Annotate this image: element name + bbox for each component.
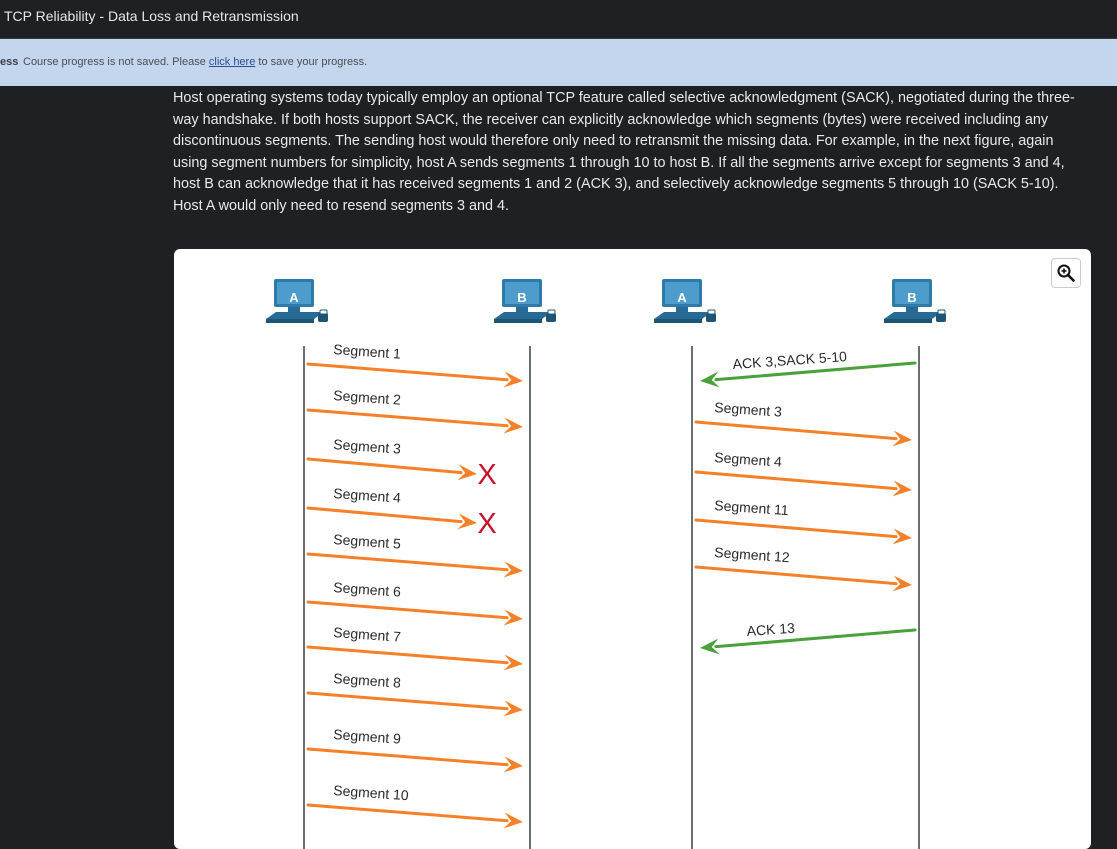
right-segment-label: Segment 11 [714, 497, 790, 518]
left-segment-label: Segment 8 [333, 670, 402, 691]
left-segment-label: Segment 5 [333, 531, 402, 552]
left-segment-arrow [306, 747, 523, 773]
host-label: A [677, 290, 687, 305]
host-label: B [517, 290, 526, 305]
left-segment-arrow [306, 552, 523, 578]
left-host-b: B [493, 278, 557, 324]
zoom-in-button[interactable] [1051, 258, 1081, 288]
right-ack-label: ACK 3,SACK 5-10 [732, 348, 847, 372]
left-segment-label: Segment 9 [333, 726, 402, 747]
left-segment-arrow [306, 645, 523, 671]
left-segment-arrow [306, 803, 523, 829]
host-label: A [289, 290, 299, 305]
right-segment-label: Segment 4 [714, 449, 783, 470]
left-lost-segment-arrow [306, 457, 477, 481]
right-segment-arrow [694, 518, 912, 545]
sack-figure: A B Segment 1 Segment 2 X Segment 3 X Segment 4… [174, 249, 1091, 849]
left-segment-arrow [306, 408, 523, 434]
right-segment-label: Segment 12 [714, 544, 791, 565]
sack-paragraph: Host operating systems today typically e… [173, 90, 1075, 214]
left-segment-label: Segment 3 [333, 436, 402, 457]
lost-segment-x-icon: X [477, 508, 496, 540]
banner-message-tail: to save your progress. [255, 56, 368, 68]
right-host-a: A [653, 278, 717, 324]
left-segment-arrow [306, 362, 523, 388]
left-lost-segment-arrow [306, 506, 477, 530]
left-host-a: A [265, 278, 329, 324]
left-segment-label: Segment 7 [333, 624, 402, 645]
right-host-b: B [883, 278, 947, 324]
window-title: TCP Reliability - Data Loss and Retransm… [4, 8, 299, 24]
right-ack-label: ACK 13 [746, 620, 795, 639]
right-segment-arrow [694, 565, 912, 592]
left-segment-label: Segment 1 [333, 341, 402, 362]
left-segment-arrow [306, 691, 523, 717]
right-segment-arrow [694, 420, 912, 447]
left-segment-label: Segment 6 [333, 579, 402, 600]
progress-banner: ess Course progress is not saved. Please… [0, 39, 1117, 86]
title-bar: TCP Reliability - Data Loss and Retransm… [0, 0, 1117, 39]
banner-prefix: ess [0, 56, 19, 68]
right-segment-arrow [694, 470, 912, 497]
save-progress-link[interactable]: click here [209, 56, 255, 68]
host-label: B [907, 290, 916, 305]
left-segment-label: Segment 4 [333, 485, 402, 506]
lost-segment-x-icon: X [477, 459, 496, 491]
banner-message-text: Course progress is not saved. Please [23, 56, 209, 68]
sack-diagram: A B Segment 1 Segment 2 X Segment 3 X Segment 4… [265, 278, 947, 849]
banner-message: Course progress is not saved. Please cli… [23, 56, 367, 68]
zoom-in-icon [1057, 264, 1075, 282]
right-ack-arrow [700, 628, 917, 655]
left-segment-label: Segment 10 [333, 782, 410, 803]
left-segment-arrow [306, 600, 523, 626]
right-segment-label: Segment 3 [714, 399, 783, 420]
left-segment-label: Segment 2 [333, 387, 402, 408]
